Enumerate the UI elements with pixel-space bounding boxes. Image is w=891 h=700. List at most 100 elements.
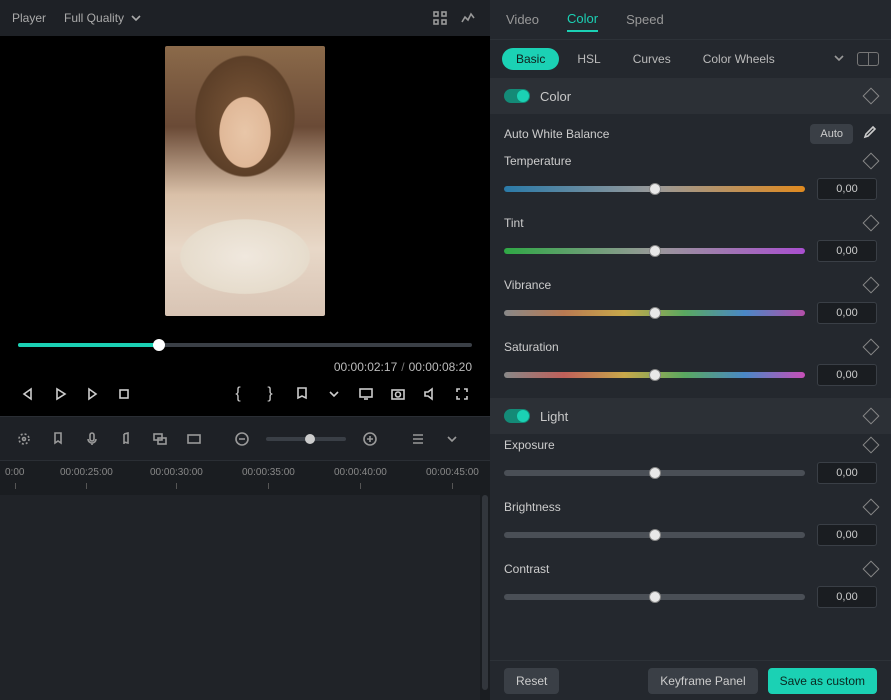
contrast-value[interactable]: 0,00 xyxy=(817,586,877,608)
zoom-slider[interactable] xyxy=(266,437,346,441)
exposure-value[interactable]: 0,00 xyxy=(817,462,877,484)
eyedropper-icon[interactable] xyxy=(861,125,877,144)
preview-viewport[interactable] xyxy=(0,36,490,326)
timeline-ruler[interactable]: 0:00 00:00:25:00 00:00:30:00 00:00:35:00… xyxy=(0,461,490,495)
subtab-color-wheels[interactable]: Color Wheels xyxy=(689,48,789,70)
next-frame-button[interactable] xyxy=(82,384,102,404)
marker-button[interactable] xyxy=(292,384,312,404)
timeline-tracks[interactable] xyxy=(0,495,480,700)
slider-handle[interactable] xyxy=(649,307,661,319)
reset-icon[interactable] xyxy=(863,408,880,425)
group-tool[interactable] xyxy=(150,429,170,449)
tint-slider[interactable] xyxy=(504,248,805,254)
mark-in-button[interactable]: { xyxy=(228,384,248,404)
reset-icon[interactable] xyxy=(863,561,880,578)
slider-label: Vibrance xyxy=(504,278,551,292)
reset-icon[interactable] xyxy=(863,499,880,516)
total-time: 00:00:08:20 xyxy=(409,360,472,374)
ruler-tick: 00:00:45:00 xyxy=(426,467,479,478)
zoom-handle[interactable] xyxy=(305,434,315,444)
subtab-curves[interactable]: Curves xyxy=(619,48,685,70)
fullscreen-button[interactable] xyxy=(452,384,472,404)
reset-icon[interactable] xyxy=(863,277,880,294)
slider-label: Tint xyxy=(504,216,524,230)
section-label: Color xyxy=(540,89,571,104)
slider-handle[interactable] xyxy=(649,591,661,603)
list-view-button[interactable] xyxy=(408,429,428,449)
slider-handle[interactable] xyxy=(649,467,661,479)
prev-frame-button[interactable] xyxy=(18,384,38,404)
awb-auto-button[interactable]: Auto xyxy=(810,124,853,144)
slider-label: Temperature xyxy=(504,154,571,168)
exposure-slider[interactable] xyxy=(504,470,805,476)
brightness-slider[interactable] xyxy=(504,532,805,538)
ruler-tick: 00:00:40:00 xyxy=(334,467,387,478)
color-toggle[interactable] xyxy=(504,89,530,103)
scopes-icon[interactable] xyxy=(458,8,478,28)
snapshot-button[interactable] xyxy=(388,384,408,404)
reset-icon[interactable] xyxy=(863,339,880,356)
quality-dropdown[interactable]: Full Quality xyxy=(64,10,144,26)
marker-tool[interactable] xyxy=(48,429,68,449)
reset-icon[interactable] xyxy=(863,215,880,232)
section-label: Light xyxy=(540,409,568,424)
voiceover-tool[interactable] xyxy=(82,429,102,449)
subtab-hsl[interactable]: HSL xyxy=(563,48,614,70)
vibrance-value[interactable]: 0,00 xyxy=(817,302,877,324)
slider-label: Brightness xyxy=(504,500,561,514)
current-time: 00:00:02:17 xyxy=(334,360,397,374)
target-tool[interactable] xyxy=(14,429,34,449)
zoom-in-button[interactable] xyxy=(360,429,380,449)
slider-handle[interactable] xyxy=(649,183,661,195)
brightness-value[interactable]: 0,00 xyxy=(817,524,877,546)
saturation-value[interactable]: 0,00 xyxy=(817,364,877,386)
timeline[interactable]: 0:00 00:00:25:00 00:00:30:00 00:00:35:00… xyxy=(0,460,490,700)
tab-video[interactable]: Video xyxy=(506,8,539,31)
stop-button[interactable] xyxy=(114,384,134,404)
slider-handle[interactable] xyxy=(649,245,661,257)
subtab-basic[interactable]: Basic xyxy=(502,48,559,70)
slider-handle[interactable] xyxy=(649,369,661,381)
chevron-down-icon[interactable] xyxy=(324,384,344,404)
chevron-down-icon[interactable] xyxy=(831,50,847,69)
save-custom-button[interactable]: Save as custom xyxy=(768,668,877,694)
tab-speed[interactable]: Speed xyxy=(626,8,664,31)
grid-icon[interactable] xyxy=(430,8,450,28)
transport-controls: { } xyxy=(0,380,490,416)
compare-toggle[interactable] xyxy=(857,52,879,66)
tint-value[interactable]: 0,00 xyxy=(817,240,877,262)
contrast-slider[interactable] xyxy=(504,594,805,600)
section-color: Color xyxy=(490,78,891,114)
reset-icon[interactable] xyxy=(863,437,880,454)
scrub-handle[interactable] xyxy=(153,339,165,351)
slider-label: Saturation xyxy=(504,340,559,354)
light-toggle[interactable] xyxy=(504,409,530,423)
play-pause-button[interactable] xyxy=(50,384,70,404)
keyframe-panel-button[interactable]: Keyframe Panel xyxy=(648,668,757,694)
chevron-down-icon[interactable] xyxy=(442,429,462,449)
reset-icon[interactable] xyxy=(863,153,880,170)
zoom-out-button[interactable] xyxy=(232,429,252,449)
player-label: Player xyxy=(12,11,46,25)
timeline-scrollbar[interactable] xyxy=(482,495,488,690)
reset-icon[interactable] xyxy=(863,88,880,105)
display-button[interactable] xyxy=(356,384,376,404)
temperature-value[interactable]: 0,00 xyxy=(817,178,877,200)
color-subtabs: Basic HSL Curves Color Wheels xyxy=(490,40,891,78)
vibrance-slider[interactable] xyxy=(504,310,805,316)
reset-button[interactable]: Reset xyxy=(504,668,559,694)
audio-button[interactable] xyxy=(420,384,440,404)
scrub-bar[interactable] xyxy=(18,336,472,354)
brightness-group: Brightness 0,00 xyxy=(490,496,891,558)
section-light: Light xyxy=(490,398,891,434)
adjustment-tool[interactable] xyxy=(184,429,204,449)
temperature-group: Temperature 0,00 xyxy=(490,150,891,212)
audio-tool[interactable] xyxy=(116,429,136,449)
exposure-group: Exposure 0,00 xyxy=(490,434,891,496)
temperature-slider[interactable] xyxy=(504,186,805,192)
tab-color[interactable]: Color xyxy=(567,7,598,32)
mark-out-button[interactable]: } xyxy=(260,384,280,404)
inspector-footer: Reset Keyframe Panel Save as custom xyxy=(490,660,891,700)
slider-handle[interactable] xyxy=(649,529,661,541)
saturation-slider[interactable] xyxy=(504,372,805,378)
